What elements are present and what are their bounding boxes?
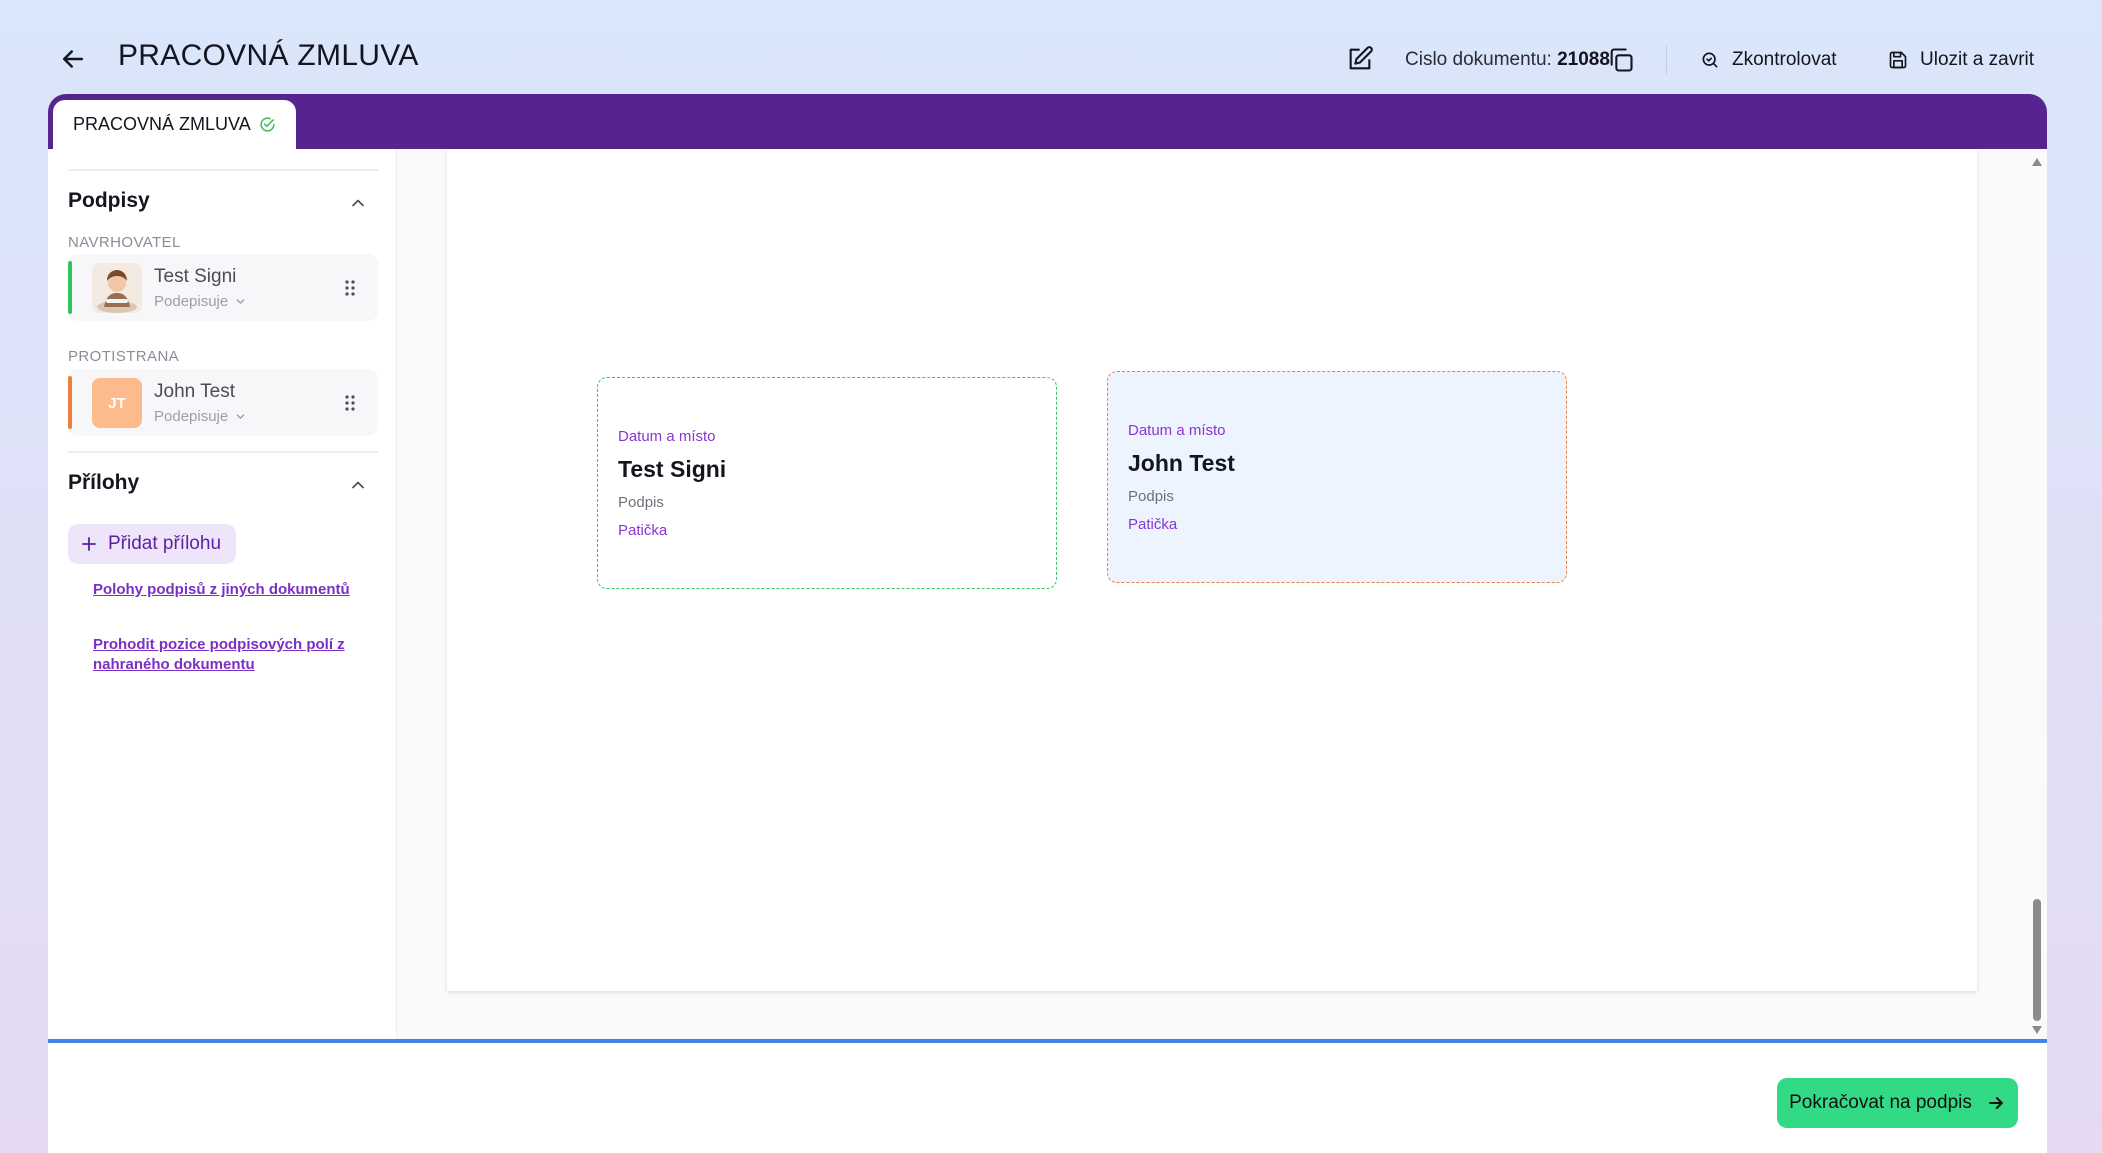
scrollbar-thumb[interactable] — [2033, 899, 2041, 1021]
signature-box-name: Test Signi — [618, 456, 727, 482]
signer-role-label: Podepisuje — [154, 408, 229, 425]
chevron-up-icon[interactable] — [348, 475, 368, 495]
signature-box-name: John Test — [1128, 450, 1235, 476]
sidebar-divider — [68, 169, 378, 171]
edit-icon[interactable] — [1346, 45, 1374, 73]
signer-role-label: Podepisuje — [154, 293, 229, 310]
continue-to-sign-button[interactable]: Pokračovat na podpis — [1777, 1078, 2018, 1128]
editor-card: PRACOVNÁ ZMLUVA Podpisy NAVRHOVATEL Test… — [48, 94, 2047, 1153]
document-number-label: Cislo dokumentu: — [1405, 49, 1552, 70]
tab-pracovna-zmluva[interactable]: PRACOVNÁ ZMLUVA — [53, 100, 296, 149]
proposer-label: NAVRHOVATEL — [68, 234, 181, 251]
signer-card-john-test[interactable]: JT John Test Podepisuje — [68, 369, 378, 436]
signature-box-test-signi[interactable]: Datum a místo Test Signi Podpis Patička — [597, 377, 1057, 589]
chevron-down-icon — [234, 410, 247, 423]
document-page: Datum a místo Test Signi Podpis Patička … — [447, 149, 1977, 991]
save-and-close-button[interactable]: Ulozit a zavrit — [1888, 43, 2034, 77]
check-button-label: Zkontrolovat — [1732, 49, 1837, 70]
check-circle-icon — [259, 116, 276, 133]
document-number-value: 21088 — [1557, 49, 1610, 70]
plus-icon — [80, 535, 98, 553]
scroll-up-arrow-icon[interactable] — [2031, 157, 2043, 167]
save-icon — [1888, 50, 1908, 70]
signer-role-dropdown[interactable]: Podepisuje — [154, 293, 247, 310]
footer-label: Patička — [1128, 516, 1178, 533]
tab-bar: PRACOVNÁ ZMLUVA — [48, 94, 2047, 149]
top-header: PRACOVNÁ ZMLUVA Cislo dokumentu: 21088 Z… — [0, 0, 2102, 94]
scroll-down-arrow-icon[interactable] — [2031, 1025, 2043, 1035]
avatar: JT — [92, 378, 142, 428]
signer-color-bar — [68, 376, 72, 429]
save-and-close-label: Ulozit a zavrit — [1920, 49, 2035, 70]
continue-to-sign-label: Pokračovat na podpis — [1789, 1092, 1972, 1113]
signer-role-dropdown[interactable]: Podepisuje — [154, 408, 247, 425]
attachments-section-title: Přílohy — [68, 471, 140, 494]
date-place-label: Datum a místo — [1128, 422, 1226, 439]
document-number: Cislo dokumentu: 21088 — [1405, 49, 1610, 71]
back-arrow-icon[interactable] — [58, 44, 88, 74]
signer-name: John Test — [154, 381, 235, 402]
signer-name: Test Signi — [154, 266, 237, 287]
tab-label: PRACOVNÁ ZMLUVA — [73, 114, 251, 134]
page-title: PRACOVNÁ ZMLUVA — [118, 39, 419, 72]
signer-color-bar — [68, 261, 72, 314]
date-place-label: Datum a místo — [618, 428, 716, 445]
signer-card-test-signi[interactable]: Test Signi Podepisuje — [68, 254, 378, 321]
signature-label: Podpis — [618, 494, 664, 511]
link-swap-signature-positions[interactable]: Prohodit pozice podpisových polí z nahra… — [93, 635, 363, 675]
copy-icon[interactable] — [1607, 46, 1635, 74]
chevron-down-icon — [234, 295, 247, 308]
sidebar: Podpisy NAVRHOVATEL Test Signi Podepisuj… — [48, 149, 397, 1039]
document-viewer[interactable]: Datum a místo Test Signi Podpis Patička … — [397, 149, 2047, 1039]
signatures-section-title: Podpisy — [68, 189, 150, 212]
header-divider — [1666, 46, 1667, 74]
link-positions-other-documents[interactable]: Polohy podpisů z jiných dokumentů — [93, 580, 363, 600]
signature-label: Podpis — [1128, 488, 1174, 505]
counterparty-label: PROTISTRANA — [68, 348, 180, 365]
magnifier-check-icon — [1700, 50, 1720, 70]
footer-label: Patička — [618, 522, 668, 539]
drag-handle-icon[interactable] — [344, 278, 356, 298]
signature-box-john-test[interactable]: Datum a místo John Test Podpis Patička — [1107, 371, 1567, 583]
sidebar-divider — [68, 451, 378, 453]
footer-divider — [48, 1039, 2047, 1043]
avatar — [92, 263, 142, 313]
add-attachment-button[interactable]: Přidat přílohu — [68, 524, 237, 564]
check-button[interactable]: Zkontrolovat — [1700, 43, 1837, 77]
chevron-up-icon[interactable] — [348, 193, 368, 213]
drag-handle-icon[interactable] — [344, 393, 356, 413]
arrow-right-icon — [1986, 1093, 2006, 1113]
add-attachment-label: Přidat přílohu — [108, 533, 222, 554]
